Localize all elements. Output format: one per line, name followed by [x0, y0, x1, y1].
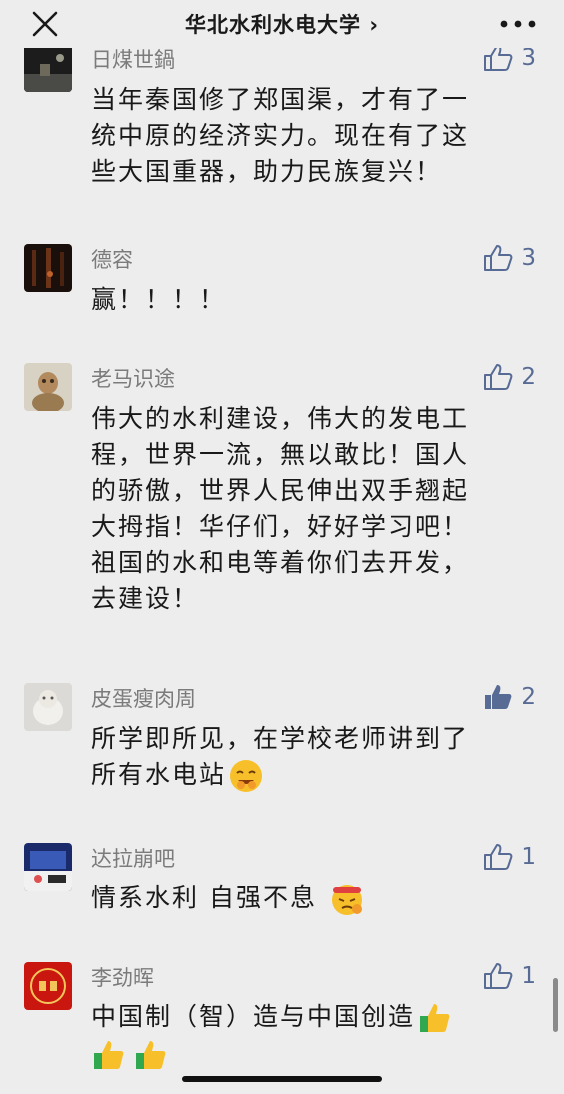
like-count: 3	[521, 245, 536, 271]
comment-line: 伟大的水利建设，伟大的发电工	[91, 404, 470, 433]
thumbs-up-emoji-icon	[136, 1041, 166, 1069]
like-button[interactable]: 1	[483, 962, 536, 990]
avatar[interactable]	[24, 683, 72, 731]
like-count: 1	[521, 844, 536, 870]
commenter-name: 达拉崩吧	[91, 847, 175, 871]
commenter-name: 老马识途	[91, 367, 175, 391]
more-icon[interactable]	[500, 20, 536, 28]
comment-text: 情系水利 自强不息	[91, 880, 531, 917]
comment-line: 所学即所见，在学校老师讲到了	[91, 724, 470, 753]
comment-line: 赢！！！！	[91, 285, 227, 314]
page-title[interactable]: 华北水利水电大学 ›	[0, 9, 564, 39]
comment-line: 的骄傲，世界人民伸出双手翘起	[91, 476, 470, 505]
comment-line: 程，世界一流，無以敢比！国人	[91, 440, 470, 469]
avatar[interactable]	[24, 843, 72, 891]
avatar[interactable]	[24, 244, 72, 292]
avatar[interactable]	[24, 962, 72, 1010]
avatar[interactable]	[24, 363, 72, 411]
like-count: 3	[521, 45, 536, 71]
thumbs-up-filled-icon	[485, 685, 512, 709]
comment-line	[91, 1036, 531, 1073]
comment-line: 统中原的经济实力。现在有了这	[91, 121, 470, 150]
commenter-name: 日煤世鍋	[91, 48, 175, 72]
avatar[interactable]	[24, 44, 72, 92]
comment-list: 日煤世鍋 3 当年秦国修了郑国渠，才有了一 统中原的经济实力。现在有了这 些大国…	[0, 0, 564, 1094]
thumbs-up-emoji-icon	[420, 1004, 450, 1032]
thumbs-up-icon	[484, 364, 513, 390]
comment-line-text: 情系水利 自强不息	[91, 883, 317, 912]
commenter-name: 德容	[91, 248, 133, 272]
comment-line: 大拇指！华仔们，好好学习吧！	[91, 512, 470, 541]
commenter-name: 李劲晖	[91, 966, 154, 990]
shy-laugh-emoji-icon	[230, 760, 263, 792]
thumbs-up-icon	[484, 45, 513, 71]
comment-line-text: 所有水电站	[91, 760, 227, 789]
comment-line-text: 中国制（智）造与中国创造	[91, 1002, 416, 1031]
comment-text: 当年秦国修了郑国渠，才有了一 统中原的经济实力。现在有了这 些大国重器，助力民族…	[91, 82, 531, 190]
comment-line: 情系水利 自强不息	[91, 880, 531, 917]
thumbs-up-emoji-icon	[94, 1041, 124, 1069]
comment-line: 中国制（智）造与中国创造	[91, 999, 531, 1036]
like-count: 2	[521, 684, 536, 710]
comment-text: 所学即所见，在学校老师讲到了 所有水电站	[91, 721, 531, 794]
determined-emoji-icon	[331, 885, 362, 915]
commenter-name: 皮蛋瘦肉周	[91, 687, 196, 711]
scrollbar[interactable]	[553, 978, 558, 1032]
like-count: 1	[521, 963, 536, 989]
home-indicator[interactable]	[182, 1076, 382, 1082]
like-count: 2	[521, 364, 536, 390]
comment-text: 中国制（智）造与中国创造	[91, 999, 531, 1073]
comment-text: 伟大的水利建设，伟大的发电工 程，世界一流，無以敢比！国人 的骄傲，世界人民伸出…	[91, 401, 531, 617]
comment-line: 祖国的水和电等着你们去开发，	[91, 548, 470, 577]
like-button[interactable]: 3	[483, 244, 536, 272]
like-button[interactable]: 2	[483, 363, 536, 391]
comment-line: 当年秦国修了郑国渠，才有了一	[91, 85, 470, 114]
comment-line: 所有水电站	[91, 757, 531, 794]
like-button[interactable]: 2	[483, 683, 536, 711]
thumbs-up-icon	[484, 245, 513, 271]
comment-line: 去建设！	[91, 584, 200, 613]
like-button[interactable]: 3	[483, 44, 536, 72]
comment-text: 赢！！！！	[91, 282, 531, 318]
top-navigation-bar: 华北水利水电大学 ›	[0, 0, 564, 48]
like-button[interactable]: 1	[483, 843, 536, 871]
thumbs-up-icon	[484, 963, 513, 989]
thumbs-up-icon	[484, 844, 513, 870]
comment-line: 些大国重器，助力民族复兴！	[91, 157, 443, 186]
